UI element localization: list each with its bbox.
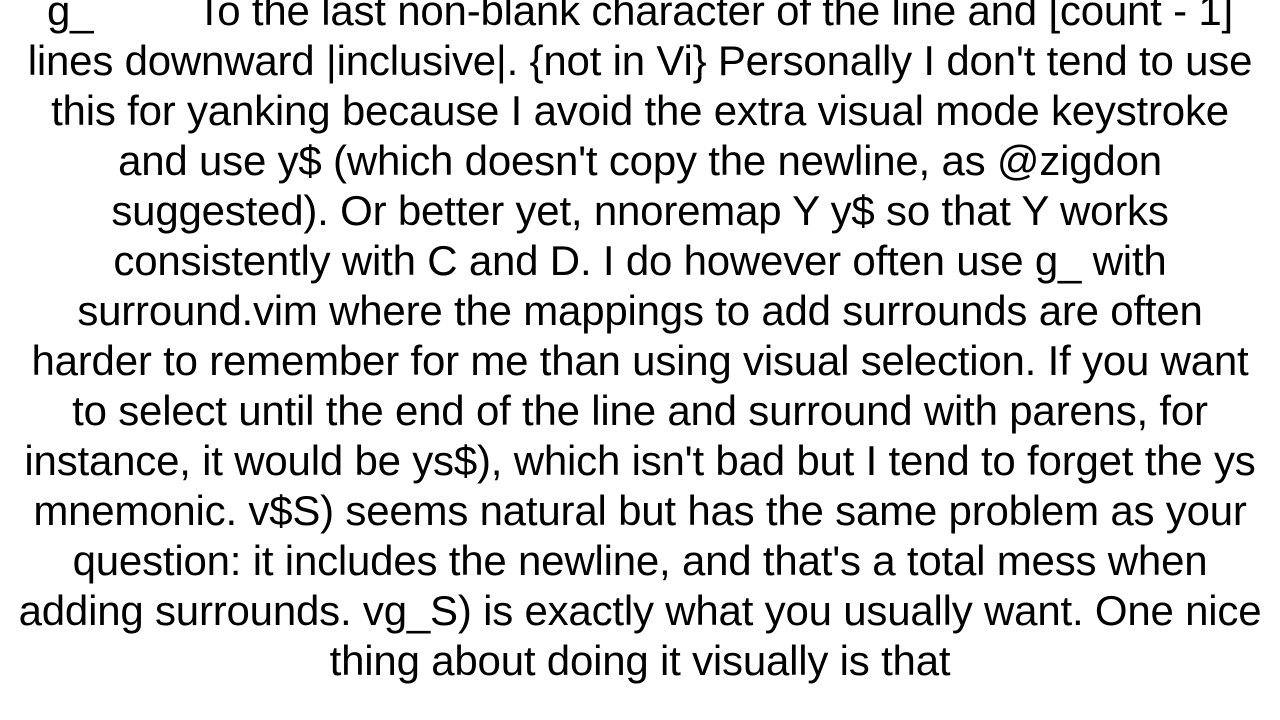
document-body: g_ To the last non-blank character of th… [0,0,1280,686]
body-text: g_ To the last non-blank character of th… [19,0,1262,684]
